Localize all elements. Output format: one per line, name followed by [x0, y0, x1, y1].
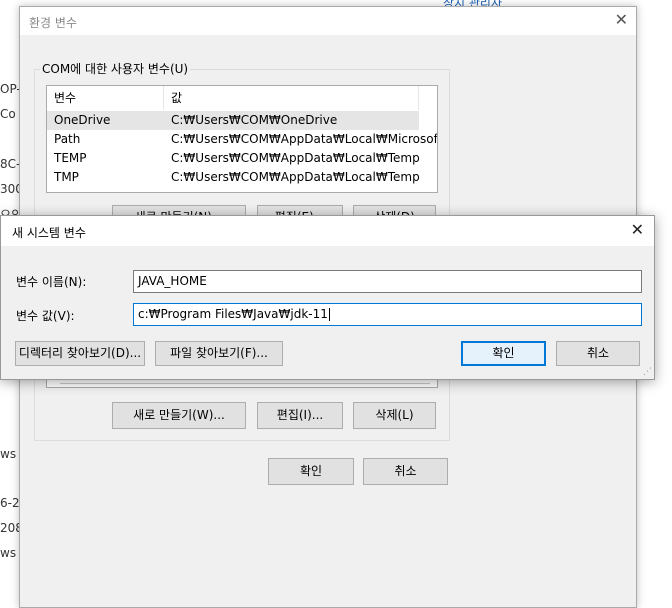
table-row[interactable]: TEMP C:₩Users₩COM₩AppData₩Local₩Temp — [47, 149, 420, 168]
list-divider — [60, 383, 430, 384]
new-system-variable-dialog: 새 시스템 변수 ✕ 변수 이름(N): JAVA_HOME 변수 값(V): … — [0, 215, 655, 380]
env-titlebar: 환경 변수 ✕ — [20, 7, 636, 35]
resize-grip-icon[interactable]: ⋰ — [643, 367, 652, 377]
column-header-value[interactable]: 값 — [164, 86, 419, 110]
ok-button[interactable]: 확인 — [268, 458, 354, 485]
dialog-titlebar: 새 시스템 변수 ✕ — [1, 216, 654, 246]
row-value: C:₩Users₩COM₩AppData₩Local₩Microsof... — [171, 132, 438, 146]
close-icon[interactable]: ✕ — [631, 220, 644, 239]
dialog-ok-button[interactable]: 확인 — [461, 341, 546, 366]
system-delete-button[interactable]: 삭제(L) — [353, 402, 436, 429]
variable-name-label: 변수 이름(N): — [16, 275, 87, 289]
cancel-button[interactable]: 취소 — [363, 458, 448, 485]
background-text: Co — [0, 107, 16, 121]
user-vars-list[interactable]: 변수 값 OneDrive C:₩Users₩COM₩OneDrive Path… — [46, 85, 438, 193]
variable-value-input[interactable]: c:₩Program Files₩Java₩jdk-11 — [133, 303, 642, 326]
system-edit-button[interactable]: 편집(I)... — [257, 402, 343, 429]
dialog-title: 새 시스템 변수 — [12, 226, 86, 240]
close-icon[interactable]: ✕ — [615, 10, 628, 29]
row-name: TEMP — [54, 151, 87, 165]
row-name: OneDrive — [54, 113, 111, 127]
browse-file-button[interactable]: 파일 찾아보기(F)... — [155, 341, 283, 366]
user-vars-group-label: COM에 대한 사용자 변수(U) — [40, 60, 191, 77]
variable-value-value: c:₩Program Files₩Java₩jdk-11 — [138, 307, 328, 321]
table-row[interactable]: OneDrive C:₩Users₩COM₩OneDrive — [47, 111, 419, 130]
system-new-button[interactable]: 새로 만들기(W)... — [112, 402, 246, 429]
dialog-cancel-button[interactable]: 취소 — [556, 341, 640, 366]
row-name: TMP — [54, 170, 79, 184]
table-row[interactable]: TMP C:₩Users₩COM₩AppData₩Local₩Temp — [47, 168, 420, 187]
column-header-name[interactable]: 변수 — [47, 86, 164, 110]
browse-directory-button[interactable]: 디렉터리 찾아보기(D)... — [15, 341, 145, 366]
table-row[interactable]: Path C:₩Users₩COM₩AppData₩Local₩Microsof… — [47, 130, 437, 149]
background-text: 8C- — [0, 157, 21, 171]
variable-name-value: JAVA_HOME — [138, 274, 207, 288]
row-value: C:₩Users₩COM₩AppData₩Local₩Temp — [171, 170, 420, 184]
env-window-title: 환경 변수 — [29, 16, 77, 30]
variable-value-label: 변수 값(V): — [16, 309, 75, 323]
text-caret — [328, 308, 330, 321]
row-value: C:₩Users₩COM₩AppData₩Local₩Temp — [171, 151, 420, 165]
row-name: Path — [54, 132, 81, 146]
variable-name-input[interactable]: JAVA_HOME — [133, 270, 642, 293]
row-value: C:₩Users₩COM₩OneDrive — [171, 113, 338, 127]
